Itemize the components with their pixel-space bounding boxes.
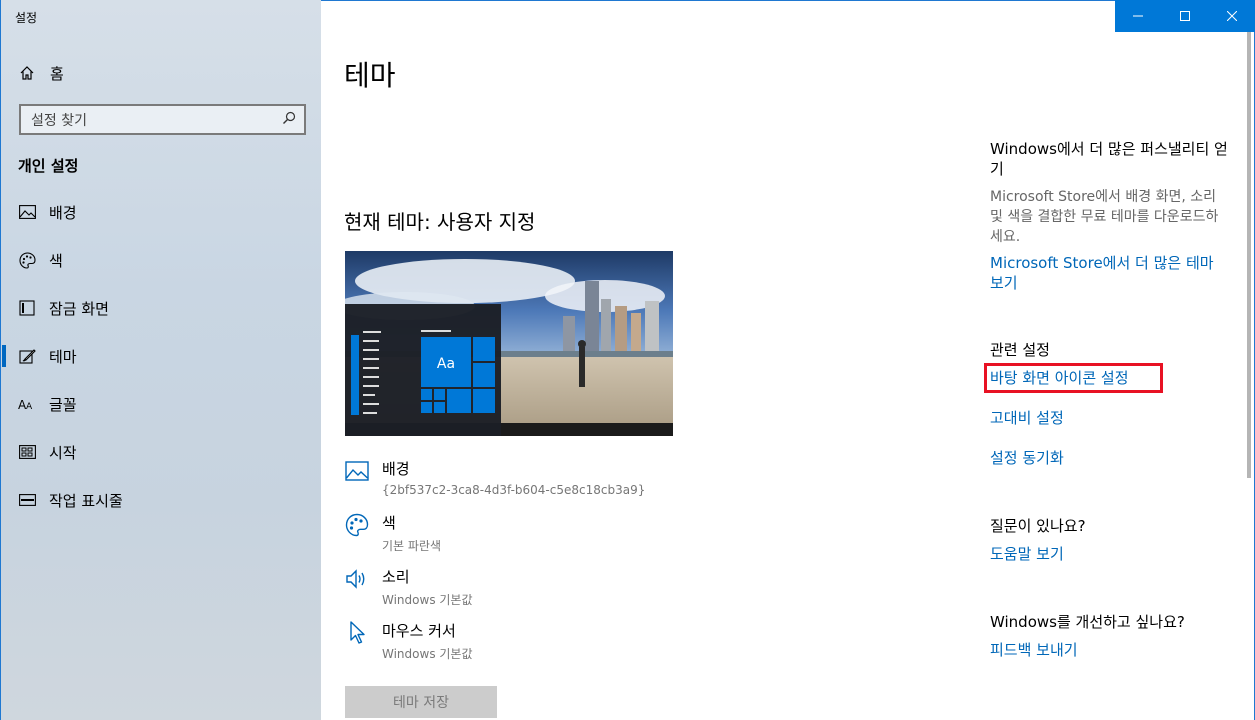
maximize-icon [1180,11,1190,21]
lock-screen-icon [18,299,36,317]
property-label: 마우스 커서 [382,622,456,640]
home-icon [18,64,36,82]
theme-preview: Aa [345,251,673,436]
save-theme-button[interactable]: 테마 저장 [345,686,497,718]
theme-property-sound[interactable]: 소리 Windows 기본값 [344,566,473,608]
picture-icon [344,458,370,484]
store-more-themes-link[interactable]: Microsoft Store에서 더 많은 테마 보기 [990,253,1230,293]
get-help-link[interactable]: 도움말 보기 [990,544,1230,564]
picture-icon [18,203,36,221]
cursor-icon [344,620,370,646]
sidebar-item-label: 테마 [49,347,77,366]
sidebar-item-taskbar[interactable]: 작업 표시줄 [1,480,321,520]
property-label: 배경 [382,460,410,478]
home-nav-item[interactable]: 홈 [18,62,64,84]
property-label: 소리 [382,568,410,586]
app-title: 설정 [15,11,38,25]
sync-settings-link[interactable]: 설정 동기화 [990,448,1230,468]
sidebar-item-color[interactable]: 색 [1,240,321,280]
highlight-box [984,363,1163,393]
window-top-border [321,0,1116,1]
theme-property-cursor[interactable]: 마우스 커서 Windows 기본값 [344,620,473,662]
sidebar-item-label: 잠금 화면 [49,299,109,318]
maximize-button[interactable] [1162,0,1209,32]
minimize-button[interactable] [1115,0,1162,32]
font-icon: AA [18,395,36,413]
property-value: 기본 파란색 [382,539,442,553]
property-value: {2bf537c2-3ca8-4d3f-b604-c5e8c18cb3a9} [382,483,646,497]
related-settings-heading: 관련 설정 [990,341,1050,359]
sidebar-item-label: 작업 표시줄 [49,491,123,510]
palette-icon [18,251,36,269]
sidebar-item-label: 색 [49,251,63,270]
start-icon [18,443,36,461]
theme-property-background[interactable]: 배경 {2bf537c2-3ca8-4d3f-b604-c5e8c18cb3a9… [344,458,645,497]
close-icon [1226,11,1237,21]
high-contrast-settings-link[interactable]: 고대비 설정 [990,408,1230,428]
taskbar-icon [18,491,36,509]
sidebar-item-label: 시작 [49,443,77,462]
section-title: 개인 설정 [18,157,79,175]
improve-heading: Windows를 개선하고 싶나요? [990,613,1185,631]
page-title: 테마 [344,59,396,92]
speaker-icon [344,566,370,592]
sidebar-item-start[interactable]: 시작 [1,432,321,472]
search-box[interactable]: 설정 찾기 [19,104,306,135]
preview-sample-text: Aa [437,356,455,372]
store-heading: Windows에서 더 많은 퍼스낼리티 얻기 [990,140,1228,178]
sidebar: 설정 홈 설정 찾기 개인 설정 배경 색 잠금 화면 테마 A A 글꼴 시작… [0,0,321,720]
theme-brush-icon [18,347,36,365]
sidebar-item-lock-screen[interactable]: 잠금 화면 [1,288,321,328]
sidebar-item-label: 배경 [49,203,77,222]
window-controls [1115,0,1255,32]
close-button[interactable] [1208,0,1255,32]
sidebar-item-fonts[interactable]: AA 글꼴 [1,384,321,424]
question-heading: 질문이 있나요? [990,517,1086,535]
theme-preview-image: Aa [345,251,673,436]
sidebar-item-label: 글꼴 [49,395,77,414]
search-icon[interactable] [282,111,296,129]
property-label: 색 [382,514,396,532]
property-value: Windows 기본값 [382,593,473,607]
minimize-icon [1133,15,1144,17]
send-feedback-link[interactable]: 피드백 보내기 [990,640,1230,660]
property-value: Windows 기본값 [382,647,473,661]
theme-property-color[interactable]: 색 기본 파란색 [344,512,441,554]
scrollbar[interactable] [1247,32,1251,478]
current-theme-label: 현재 테마: 사용자 지정 [344,210,536,234]
store-description: Microsoft Store에서 배경 화면, 소리 및 색을 결합한 무료 … [990,189,1219,245]
svg-text:A: A [26,402,33,411]
sidebar-item-background[interactable]: 배경 [1,192,321,232]
home-label: 홈 [50,64,64,83]
palette-icon [344,512,370,538]
sidebar-item-theme[interactable]: 테마 [1,336,321,376]
search-input[interactable]: 설정 찾기 [31,110,87,130]
